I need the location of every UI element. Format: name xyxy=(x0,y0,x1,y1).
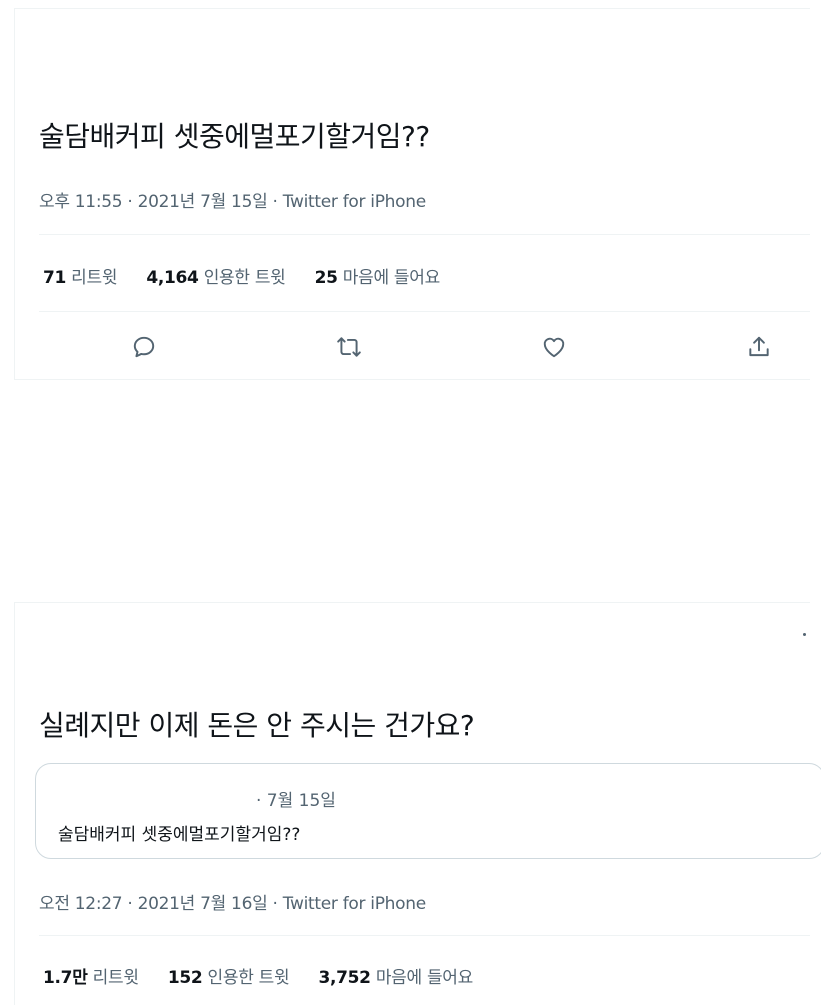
reply-button[interactable] xyxy=(124,327,164,367)
more-dot-icon xyxy=(803,633,806,636)
tweet-meta: 오후 11:55 · 2021년 7월 15일 · Twitter for iP… xyxy=(39,192,426,212)
quoted-tweet[interactable]: · 7월 15일 술담배커피 셋중에멀포기할거임?? xyxy=(35,763,821,859)
retweet-button[interactable] xyxy=(329,327,369,367)
like-button[interactable] xyxy=(534,327,574,367)
tweet-text: 술담배커피 셋중에멀포기할거임?? xyxy=(39,120,430,153)
share-button[interactable] xyxy=(739,327,779,367)
tweet-stats: 1.7만 리트윗 152 인용한 트윗 3,752 마음에 들어요 xyxy=(43,963,497,988)
like-count[interactable]: 25 마음에 들어요 xyxy=(315,268,441,288)
tweet-actions xyxy=(39,327,810,367)
divider xyxy=(39,311,810,312)
tweet-stats: 71 리트윗 4,164 인용한 트윗 25 마음에 들어요 xyxy=(43,263,464,288)
reply-icon xyxy=(133,336,155,358)
share-icon xyxy=(749,336,769,357)
tweet-card: 술담배커피 셋중에멀포기할거임?? 오후 11:55 · 2021년 7월 15… xyxy=(14,8,810,380)
retweet-icon xyxy=(337,337,361,357)
divider xyxy=(39,234,810,235)
quote-tweet-count[interactable]: 4,164 인용한 트윗 xyxy=(146,268,286,288)
tweet-text: 실례지만 이제 돈은 안 주시는 건가요? xyxy=(39,709,475,742)
retweet-count[interactable]: 71 리트윗 xyxy=(43,268,118,288)
tweet-meta: 오전 12:27 · 2021년 7월 16일 · Twitter for iP… xyxy=(39,894,426,914)
divider xyxy=(39,935,810,936)
tweet-card: 실례지만 이제 돈은 안 주시는 건가요? · 7월 15일 술담배커피 셋중에… xyxy=(14,602,821,1005)
quote-tweet-count[interactable]: 152 인용한 트윗 xyxy=(168,968,290,988)
quoted-tweet-date: · 7월 15일 xyxy=(256,791,336,811)
quoted-tweet-text: 술담배커피 셋중에멀포기할거임?? xyxy=(58,825,301,845)
like-icon xyxy=(543,337,565,358)
like-count[interactable]: 3,752 마음에 들어요 xyxy=(318,968,473,988)
retweet-count[interactable]: 1.7만 리트윗 xyxy=(43,968,139,988)
